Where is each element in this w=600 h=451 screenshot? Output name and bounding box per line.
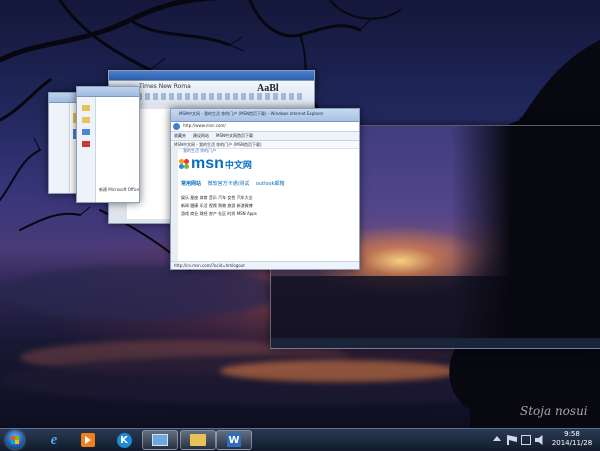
internet-explorer-icon: e [50,431,58,448]
start-button[interactable] [4,430,26,450]
favorites-link[interactable]: MSN中文网首页下载 [216,133,253,139]
main-nav: 常用网站 微软官方卡通/测试 outlook邮箱 [181,180,284,187]
internet-explorer-window[interactable]: MSN中文网 - 我的生活 你的门户 (MSN首页下载) - Windows I… [170,108,360,270]
show-hidden-icons-arrow-icon[interactable] [493,436,501,441]
clock[interactable]: 9:58 2014/11/28 [548,430,596,448]
link-row: 新闻 健康 乐活 视频 购物 旅游 新浪微博 [181,203,253,208]
favorites-link[interactable]: 建议网站 [193,133,209,139]
preview-taskbar [271,338,600,348]
status-bar: http://cn.msn.com/?ocid=hmlogout [171,261,359,269]
link-row: 娱乐 星座 体育 音乐 汽车 女性 汽车大全 [181,195,253,200]
windows-orb-icon [6,431,24,449]
taskbar-media-player-button[interactable] [70,430,106,450]
title-bar[interactable]: MSN中文网 - 我的生活 你的门户 (MSN首页下载) - Windows I… [171,109,359,122]
action-center-flag-icon[interactable] [507,435,517,445]
volume-icon[interactable] [535,435,543,445]
file-explorer-icon [190,434,206,446]
taskbar-remote-button[interactable] [142,430,178,450]
nav-link[interactable]: 常用网站 [181,181,201,187]
desktop: Times New Roma AaBl 新建 Microsoft Office … [0,0,600,428]
link-grid: 娱乐 星座 体育 音乐 汽车 女性 汽车大全 新闻 健康 乐活 视频 购物 旅游… [181,194,257,218]
address-bar[interactable]: http://www.msn.com/ [171,122,359,132]
msn-logo[interactable]: msn 中文网 [179,155,252,173]
title-bar[interactable] [77,87,139,97]
kugou-icon: K [116,432,132,448]
remote-desktop-icon [152,434,168,446]
favorites-link[interactable]: 收藏夹 [174,133,186,139]
clock-date: 2014/11/28 [551,439,593,447]
page-content: 我的生活 你的门户 msn 中文网 常用网站 微软官方卡通/测试 outlook… [171,146,359,261]
taskbar-ie-button[interactable]: e [36,430,72,450]
explorer-window-2[interactable]: 新建 Microsoft Office [76,86,140,203]
taskbar-explorer-button[interactable] [180,430,216,450]
link-row: 游戏 商业 财经 房产 社区 时尚 MSN Apps [181,211,257,216]
taskbar-wps-button[interactable]: W [216,430,252,450]
network-icon[interactable] [521,435,531,445]
favorites-bar: 收藏夹 建议网站 MSN中文网首页下载 [171,132,359,141]
clock-time: 9:58 [564,430,580,438]
address-field[interactable]: http://www.msn.com/ [183,123,226,128]
msn-butterfly-icon [179,159,189,169]
signature-watermark: Stoja nosui [520,404,588,418]
media-player-icon [81,433,95,447]
file-item[interactable]: 新建 Microsoft Office [99,187,139,193]
font-name-field[interactable]: Times New Roma [139,83,191,90]
back-button[interactable] [173,123,180,130]
window-title: MSN中文网 - 我的生活 你的门户 (MSN首页下载) - Windows I… [179,111,324,116]
nav-link[interactable]: outlook邮箱 [256,181,285,187]
title-bar[interactable] [109,71,314,81]
wps-writer-icon: W [227,433,241,447]
taskbar-kugou-button[interactable]: K [106,430,142,450]
nav-link[interactable]: 微软官方卡通/测试 [208,181,250,187]
taskbar: e K W 9:58 2014/11/28 [0,428,600,451]
banner-tagline: 我的生活 你的门户 [183,148,217,153]
